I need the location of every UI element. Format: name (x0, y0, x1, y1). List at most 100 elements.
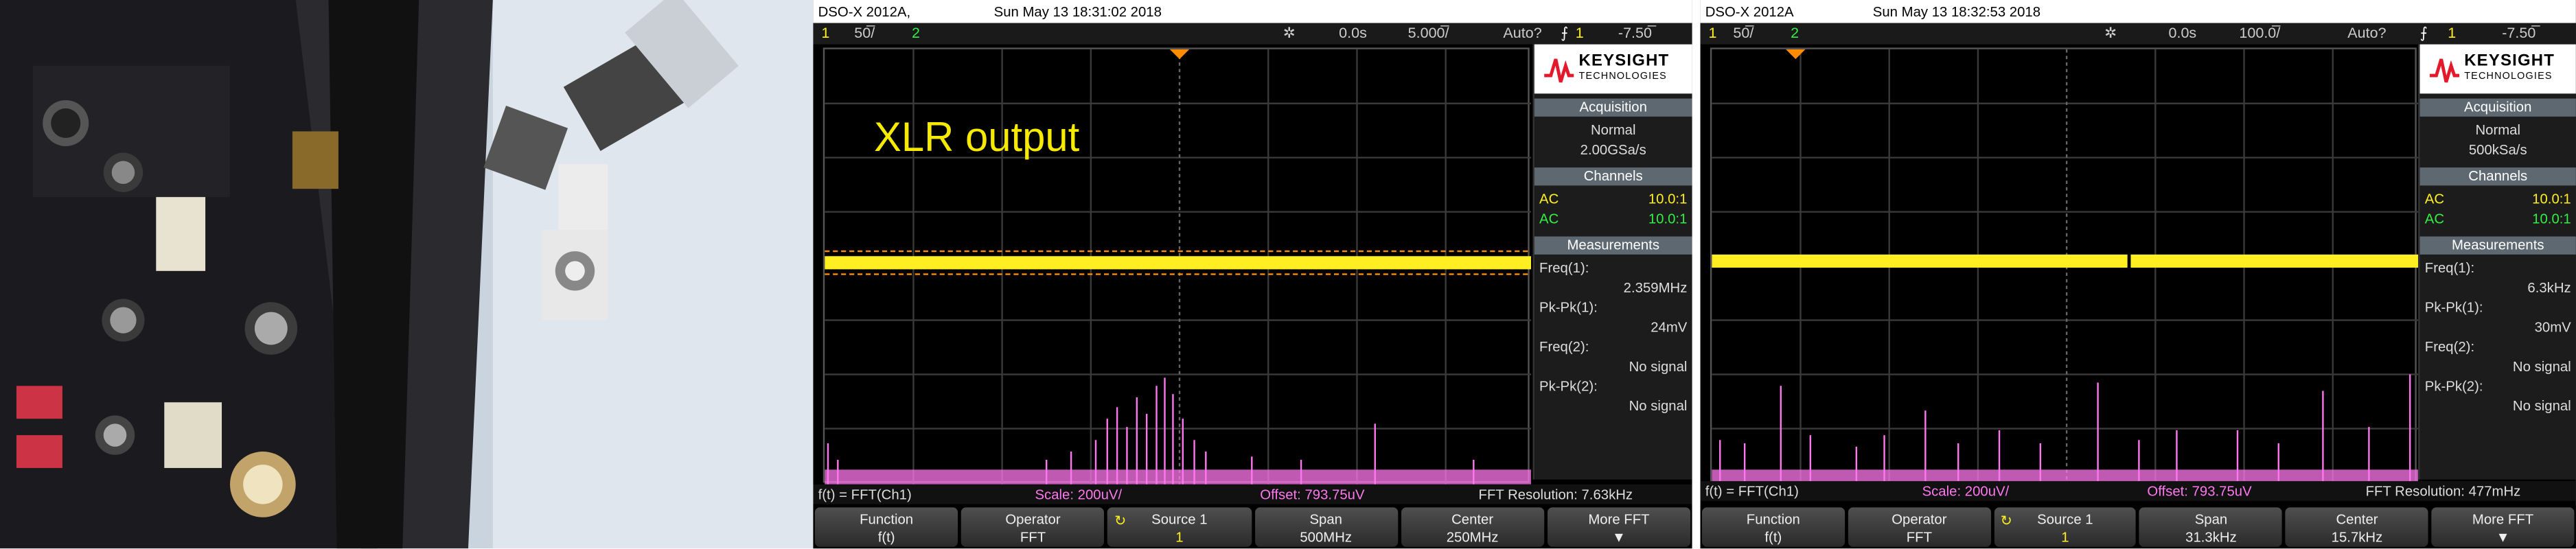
more-fft-softkey[interactable]: More FFT ▼ (2431, 507, 2575, 547)
fft-function: f(t) = FFT(Ch1) (1705, 482, 1799, 500)
pkpk2-label: Pk-Pk(2): (1539, 377, 1598, 395)
pkpk2-value: No signal (1629, 397, 1688, 414)
delay[interactable]: 0.0s (2168, 23, 2196, 44)
trigger-marker (1785, 49, 1806, 60)
trigger-level[interactable]: -7.50̅ (1618, 23, 1652, 44)
model-name: DSO-X 2012A (1705, 3, 1794, 20)
delay[interactable]: 0.0s (1339, 23, 1367, 44)
trigger-level[interactable]: -7.50̅ (2502, 23, 2535, 44)
channel-number[interactable]: 1 (1709, 23, 1717, 44)
run-icon: ✲ (1283, 24, 1296, 41)
freq1-label: Freq(1): (1539, 259, 1589, 276)
channel-number[interactable]: 1 (821, 23, 829, 44)
side-panel: KEYSIGHT TECHNOLOGIES Acquisition Normal… (1532, 44, 1692, 480)
freq1-label: Freq(1): (2424, 259, 2475, 276)
center-softkey[interactable]: Center 250MHz (1401, 507, 1544, 547)
brand-sub: TECHNOLOGIES (1578, 72, 1667, 82)
brand-name: KEYSIGHT (2464, 52, 2555, 71)
fft-info-bar: f(t) = FFT(Ch1) Scale: 200uV/ Offset: 79… (1700, 481, 2576, 501)
softkey-value: 1 (1175, 528, 1184, 546)
softkey-bar: Function f(t) Operator FFT ↻ Source 11 Span… (1700, 505, 2576, 549)
scope-header: DSO-X 2012A, Sun May 13 18:31:02 2018 (813, 0, 1692, 23)
measurements-section[interactable]: Measurements Freq(1): 2.359MHz Pk-Pk(1):… (1534, 236, 1692, 419)
operator-softkey[interactable]: Operator FFT (1848, 507, 1991, 547)
trigger-source[interactable]: 1 (1576, 23, 1584, 44)
waveform-grid[interactable]: XLR output (823, 47, 1532, 484)
operator-softkey[interactable]: Operator FFT (961, 507, 1105, 547)
model-name: DSO-X 2012A, (818, 3, 911, 20)
trigger-channel[interactable]: 2 (1791, 23, 1799, 44)
ch1-coupling: AC (1539, 190, 1559, 207)
trigger-edge-icon: ⨍ (1561, 24, 1569, 41)
acquisition-section[interactable]: Acquisition Normal 500kSa/s (2419, 98, 2576, 163)
channels-header: Channels (2419, 167, 2576, 186)
freq1-value: 2.359MHz (1623, 279, 1688, 296)
scope-left: DSO-X 2012A, Sun May 13 18:31:02 2018 1 … (813, 0, 1692, 549)
softkey-bar: Function f(t) Operator FFT ↻ Source 11 Span… (813, 505, 1692, 549)
source-softkey[interactable]: ↻ Source 11 (1107, 507, 1252, 547)
keysight-logo: KEYSIGHT TECHNOLOGIES (1534, 44, 1692, 94)
ch1-trace (825, 256, 1532, 270)
datetime: Sun May 13 18:32:53 2018 (1872, 3, 2041, 20)
softkey-title: Center (2336, 511, 2378, 528)
ch2-probe: 10.0:1 (1648, 210, 1688, 227)
trigger-mode[interactable]: Auto? (1503, 23, 1541, 44)
softkey-title: Source 1 (2037, 511, 2093, 528)
span-softkey[interactable]: Span 31.3kHz (2139, 507, 2283, 547)
ch2-coupling: AC (2424, 210, 2445, 227)
softkey-value: FFT (1020, 528, 1046, 546)
softkey-title: More FFT (1588, 511, 1650, 528)
pkpk1-value: 30mV (2534, 318, 2571, 336)
measurements-section[interactable]: Measurements Freq(1): 6.3kHz Pk-Pk(1): 3… (2419, 236, 2576, 419)
source-softkey[interactable]: ↻ Source 11 (1994, 507, 2137, 547)
softkey-value: 1 (2061, 528, 2069, 546)
softkey-title: More FFT (2472, 511, 2534, 528)
function-softkey[interactable]: Function f(t) (814, 507, 958, 547)
acq-mode: Normal (1590, 121, 1636, 138)
acquisition-header: Acquisition (2419, 98, 2576, 117)
pkpk1-label: Pk-Pk(1): (2424, 299, 2483, 316)
freq2-label: Freq(2): (2424, 338, 2475, 355)
trigger-source[interactable]: 1 (2448, 23, 2456, 44)
function-softkey[interactable]: Function f(t) (1701, 507, 1845, 547)
ch2-coupling: AC (1539, 210, 1559, 227)
acquisition-header: Acquisition (1534, 98, 1692, 117)
freq1-value: 6.3kHz (2527, 279, 2571, 296)
softkey-value: FFT (1906, 528, 1933, 546)
trigger-edge-icon: ⨍ (2419, 24, 2428, 41)
fft-resolution: FFT Resolution: 7.63kHz (1478, 486, 1633, 503)
fft-info-bar: f(t) = FFT(Ch1) Scale: 200uV/ Offset: 79… (813, 484, 1692, 504)
graticule (1712, 49, 2419, 484)
softkey-title: Operator (1891, 511, 1947, 528)
softkey-value: 31.3kHz (2185, 528, 2237, 546)
trigger-mode[interactable]: Auto? (2347, 23, 2386, 44)
center-softkey[interactable]: Center 15.7kHz (2286, 507, 2428, 547)
channels-section[interactable]: Channels AC 10.0:1 AC 10.0:1 (2419, 167, 2576, 231)
span-softkey[interactable]: Span 500MHz (1254, 507, 1398, 547)
brand-sub: TECHNOLOGIES (2464, 72, 2553, 82)
acquisition-section[interactable]: Acquisition Normal 2.00GSa/s (1534, 98, 1692, 163)
acq-mode: Normal (2475, 121, 2521, 138)
pkpk1-label: Pk-Pk(1): (1539, 299, 1598, 316)
fft-function: f(t) = FFT(Ch1) (818, 486, 912, 503)
volts-per-div[interactable]: 50̅/ (854, 23, 875, 44)
waveform-grid[interactable] (1710, 47, 2419, 484)
ch1-trace (1712, 254, 2419, 268)
more-fft-softkey[interactable]: More FFT ▼ (1547, 507, 1691, 547)
softkey-title: Source 1 (1151, 511, 1208, 528)
channels-section[interactable]: Channels AC 10.0:1 AC 10.0:1 (1534, 167, 1692, 231)
timebase[interactable]: 100.0̅/ (2239, 23, 2280, 44)
trigger-channel[interactable]: 2 (912, 23, 920, 44)
softkey-title: Function (860, 511, 914, 528)
softkey-value: f(t) (877, 528, 895, 546)
acq-rate: 2.00GSa/s (1580, 141, 1646, 158)
down-arrow-icon: ▼ (2496, 528, 2510, 546)
run-icon: ✲ (2104, 24, 2117, 41)
softkey-title: Function (1746, 511, 1800, 528)
pkpk1-value: 24mV (1651, 318, 1688, 336)
pkpk2-value: No signal (2512, 397, 2571, 414)
freq2-value: No signal (1629, 358, 1688, 375)
pcb-connector-photo (0, 0, 814, 549)
timebase[interactable]: 5.000̅/ (1408, 23, 1449, 44)
volts-per-div[interactable]: 50̅/ (1733, 23, 1753, 44)
